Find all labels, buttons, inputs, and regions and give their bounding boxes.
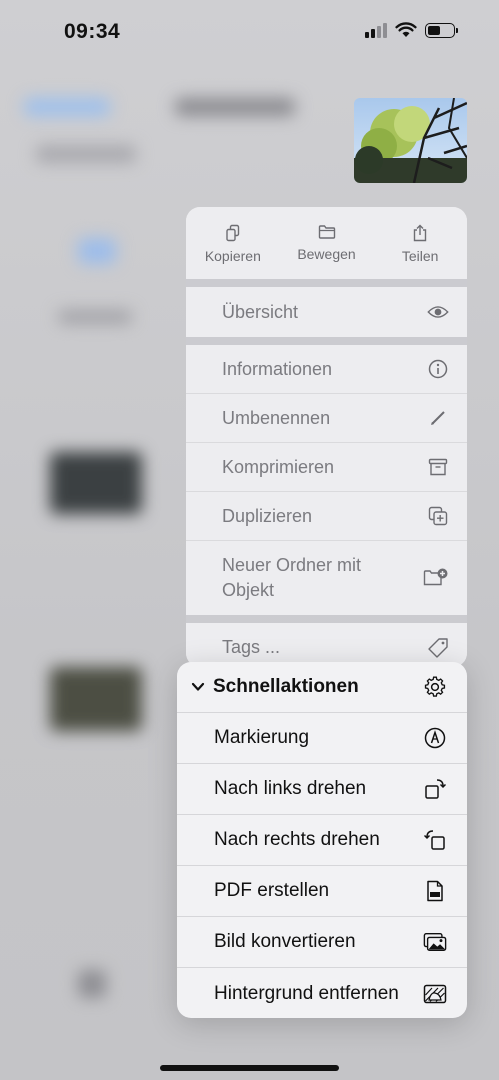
battery-icon xyxy=(425,22,458,38)
quick-action-convert-image[interactable]: Bild konvertieren xyxy=(177,917,467,968)
duplicate-icon xyxy=(427,505,449,527)
rotate-left-icon xyxy=(423,777,447,801)
quick-action-label: Nach links drehen xyxy=(214,778,367,799)
blurred-tab-icon xyxy=(78,970,106,998)
menu-item-label: Umbenennen xyxy=(222,407,331,428)
tag-icon xyxy=(427,637,449,659)
pdf-document-icon xyxy=(423,879,447,903)
wifi-icon xyxy=(395,22,417,37)
menu-item-info[interactable]: Informationen xyxy=(186,345,467,394)
menu-item-label: Komprimieren xyxy=(222,456,335,477)
info-icon xyxy=(427,358,449,380)
quick-actions-header[interactable]: Schnellaktionen xyxy=(177,662,467,713)
quick-actions-submenu: Schnellaktionen Markierung Nach links dr… xyxy=(177,662,467,1018)
cellular-signal-icon xyxy=(365,22,387,38)
menu-item-label: Neuer Ordner mit Objekt xyxy=(222,555,362,600)
quick-action-create-pdf[interactable]: PDF erstellen xyxy=(177,866,467,917)
selected-file-thumbnail xyxy=(354,98,467,183)
menu-item-rename[interactable]: Umbenennen xyxy=(186,394,467,443)
menu-item-compress[interactable]: Komprimieren xyxy=(186,443,467,492)
status-time: 09:34 xyxy=(64,20,121,43)
blurred-file-thumb-1 xyxy=(50,452,142,514)
menu-item-label: Duplizieren xyxy=(222,505,313,526)
blurred-search xyxy=(36,145,136,163)
separator xyxy=(186,615,467,623)
status-bar: 09:34 xyxy=(0,0,499,68)
quick-action-label: Hintergrund entfernen xyxy=(214,982,399,1004)
menu-item-overview[interactable]: Übersicht xyxy=(186,287,467,337)
folder-badge-plus-icon xyxy=(423,567,449,589)
menu-item-label: Tags ... xyxy=(222,637,281,657)
quick-action-rotate-left[interactable]: Nach links drehen xyxy=(177,764,467,815)
chevron-down-icon xyxy=(191,682,205,692)
photo-stack-icon xyxy=(423,930,447,954)
gear-icon xyxy=(423,675,447,699)
blurred-nav-back xyxy=(24,98,110,116)
archive-icon xyxy=(427,456,449,478)
remove-background-icon xyxy=(423,982,447,1006)
top-actions-bar: Kopieren Bewegen Teilen xyxy=(186,207,467,279)
menu-item-tags[interactable]: Tags ... xyxy=(186,623,467,667)
quick-action-label: Nach rechts drehen xyxy=(214,829,380,850)
blurred-nav-title xyxy=(175,98,295,116)
move-label: Bewegen xyxy=(297,246,356,262)
copy-button[interactable]: Kopieren xyxy=(186,207,280,279)
folder-icon xyxy=(318,225,335,239)
copy-icon xyxy=(226,224,240,242)
quick-action-markup[interactable]: Markierung xyxy=(177,713,467,764)
menu-item-label: Übersicht xyxy=(222,301,299,322)
quick-action-rotate-right[interactable]: Nach rechts drehen xyxy=(177,815,467,866)
quick-action-label: Markierung xyxy=(214,727,310,748)
blurred-file-label xyxy=(58,310,132,324)
context-menu: Kopieren Bewegen Teilen Übersicht Inform… xyxy=(186,207,467,667)
markup-pen-icon xyxy=(423,726,447,750)
quick-actions-title: Schnellaktionen xyxy=(213,676,359,697)
pencil-icon xyxy=(427,407,449,429)
blurred-folder-icon xyxy=(78,238,116,264)
separator xyxy=(186,279,467,287)
rotate-right-icon xyxy=(423,828,447,852)
share-button[interactable]: Teilen xyxy=(373,207,467,279)
share-label: Teilen xyxy=(401,248,439,264)
quick-action-label: PDF erstellen xyxy=(214,880,330,901)
status-icons xyxy=(365,22,458,38)
menu-item-duplicate[interactable]: Duplizieren xyxy=(186,492,467,541)
quick-action-remove-background[interactable]: Hintergrund entfernen xyxy=(177,968,467,1018)
blurred-file-thumb-2 xyxy=(50,667,142,731)
share-icon xyxy=(413,224,427,242)
move-button[interactable]: Bewegen xyxy=(280,207,374,279)
menu-item-label: Informationen xyxy=(222,358,333,379)
separator xyxy=(186,337,467,345)
eye-icon xyxy=(427,301,449,323)
quick-action-label: Bild konvertieren xyxy=(214,931,356,952)
menu-item-new-folder-with-item[interactable]: Neuer Ordner mit Objekt xyxy=(186,541,467,615)
copy-label: Kopieren xyxy=(204,248,261,264)
home-indicator[interactable] xyxy=(160,1065,339,1071)
